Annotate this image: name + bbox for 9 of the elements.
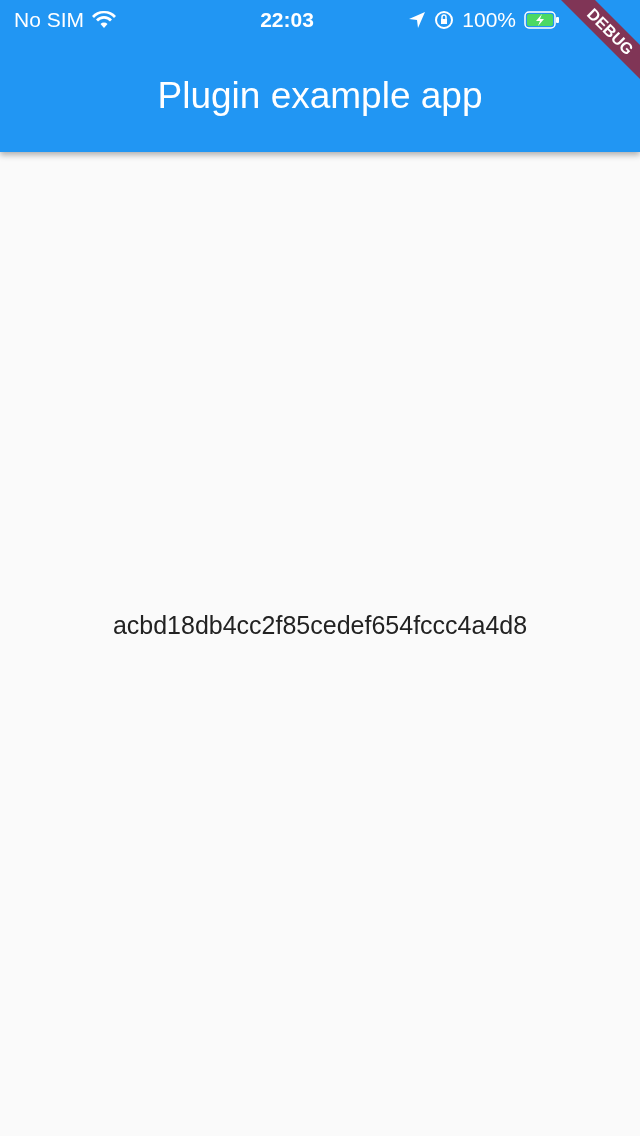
battery-label: 100% — [462, 7, 516, 34]
hash-text: acbd18db4cc2f85cedef654fccc4a4d8 — [112, 610, 528, 642]
location-icon — [408, 11, 427, 29]
clock-label: 22:03 — [259, 7, 315, 34]
battery-icon — [524, 11, 560, 29]
rotation-lock-icon — [434, 10, 455, 30]
carrier-label: No SIM — [14, 7, 84, 34]
app-title: Plugin example app — [157, 74, 483, 119]
wifi-icon — [92, 11, 116, 29]
